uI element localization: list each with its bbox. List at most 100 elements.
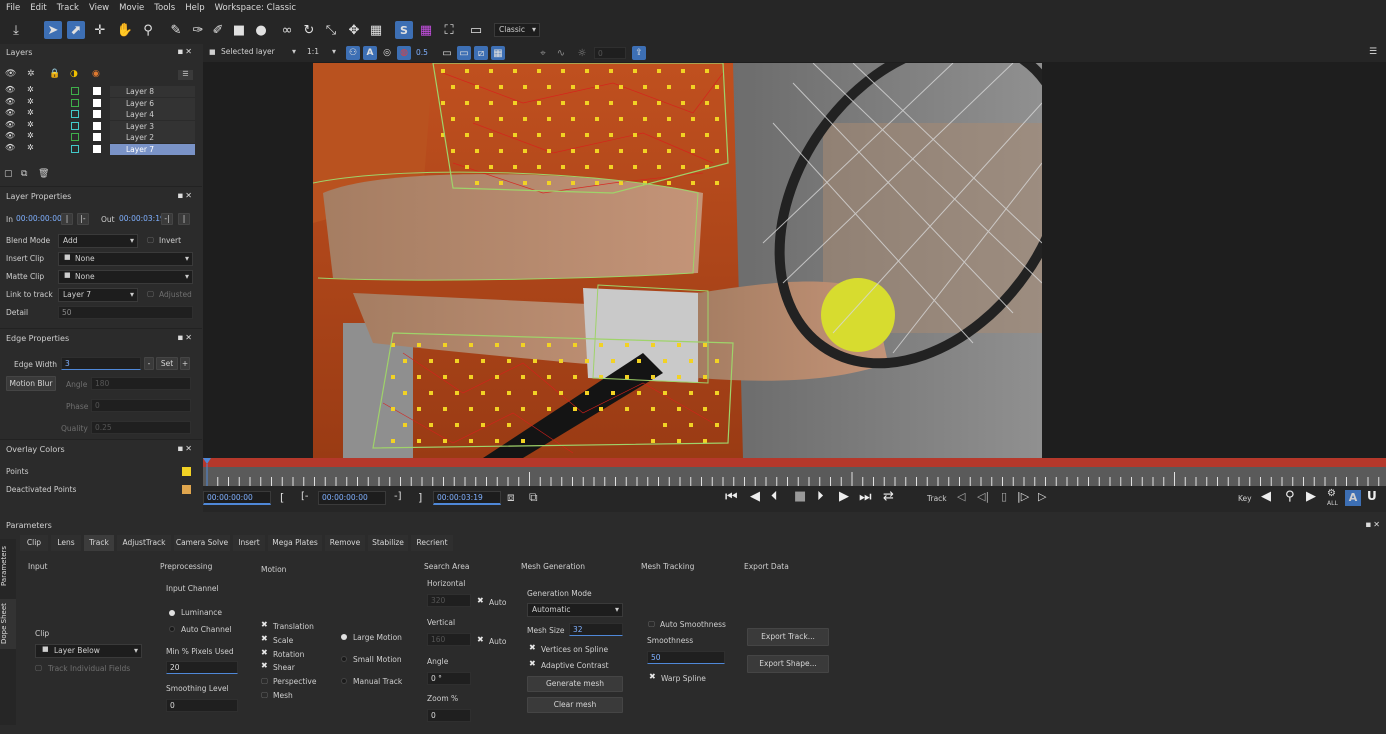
large-motion-radio[interactable] <box>341 634 347 640</box>
opacity-value[interactable]: 0.5 <box>416 48 428 57</box>
track-individual-checkbox[interactable]: ▢ <box>35 663 42 672</box>
out-timecode-field[interactable]: 00:00:03:19 <box>116 213 165 226</box>
menu-tools[interactable]: Tools <box>154 3 175 13</box>
visibility-icon[interactable]: 👁 <box>5 131 15 140</box>
layer-color-box[interactable] <box>71 110 79 119</box>
user-key-icon[interactable]: U <box>1367 489 1377 503</box>
matte-clip-select[interactable]: None <box>58 270 193 284</box>
step-backward-icon[interactable]: ⏴ <box>771 489 778 504</box>
edge-width-decrement[interactable]: - <box>144 357 154 370</box>
visibility-icon[interactable]: 👁 <box>5 85 15 94</box>
tab-recrient[interactable]: Recrient <box>411 535 453 551</box>
edge-width-set-button[interactable]: Set <box>156 357 178 370</box>
show-grid-icon[interactable]: ▦ <box>491 46 505 60</box>
timeline-range[interactable] <box>203 458 1386 467</box>
fullscreen-icon[interactable]: ▭ <box>467 21 485 39</box>
generation-mode-select[interactable]: Automatic <box>527 603 623 617</box>
luminance-radio[interactable] <box>169 610 175 616</box>
clip-range-icon[interactable]: ⧈ <box>507 490 515 505</box>
layer-color-box[interactable] <box>71 145 79 153</box>
track-backward-all-icon[interactable]: ◁ <box>957 490 965 503</box>
side-tab-parameters[interactable]: Parameters <box>0 541 16 591</box>
overlay-colors-buttons[interactable]: ◾✕ <box>177 444 194 453</box>
layer-fill-box[interactable] <box>93 98 101 107</box>
curve-icon[interactable]: ∿ <box>554 46 568 60</box>
prev-key-icon[interactable]: ◀ <box>1261 489 1271 504</box>
play-backward-icon[interactable]: ◀ <box>750 489 760 504</box>
visibility-icon[interactable]: 👁 <box>5 97 15 106</box>
layer-fill-box[interactable] <box>93 121 101 130</box>
ellipse-tool-icon[interactable]: ● <box>252 21 270 39</box>
rectangle-tool-icon[interactable]: ■ <box>230 21 248 39</box>
select-tool-icon[interactable]: ➤ <box>44 21 62 39</box>
perspective-checkbox[interactable]: ▢ <box>261 676 268 685</box>
quality-field[interactable]: 0.25 <box>91 421 191 434</box>
duplicate-layer-icon[interactable]: ⧉ <box>21 169 27 179</box>
track-forward-all-icon[interactable]: ▷ <box>1038 490 1046 503</box>
manual-track-radio[interactable] <box>341 678 347 684</box>
snapshot-icon[interactable]: ⇪ <box>632 46 646 60</box>
delete-layer-icon[interactable]: 🗑 <box>38 169 49 179</box>
viewer-image[interactable] <box>313 63 1042 458</box>
go-to-in-icon[interactable]: [- <box>301 491 309 502</box>
set-in-point-icon[interactable]: [ <box>280 491 284 504</box>
layer-settings-icon[interactable]: ✲ <box>27 120 34 129</box>
adjusted-checkbox[interactable]: ▢ <box>147 289 154 298</box>
grid-tool-icon[interactable]: ▦ <box>367 21 385 39</box>
invert-checkbox[interactable]: ▢ <box>147 235 154 244</box>
small-motion-radio[interactable] <box>341 656 347 662</box>
layer-color-box[interactable] <box>71 87 79 95</box>
rotate-tool-icon[interactable]: ↻ <box>300 21 318 39</box>
auto-channel-radio[interactable] <box>169 626 175 632</box>
brightness-field[interactable]: 0 <box>594 47 626 59</box>
out-point-timecode-field[interactable]: 00:00:03:19 <box>433 491 501 505</box>
layer-fill-box[interactable] <box>93 110 101 119</box>
go-out-button[interactable]: -| <box>161 213 173 225</box>
workspace-select[interactable]: Classic <box>494 23 540 37</box>
export-track-button[interactable]: Export Track... <box>747 628 829 646</box>
tab-stabilize[interactable]: Stabilize <box>368 535 408 551</box>
key-all-icon[interactable]: ⚙ <box>1327 488 1336 499</box>
edge-width-increment[interactable]: + <box>180 357 190 370</box>
layer-fill-box[interactable] <box>93 145 101 153</box>
layer-color-box[interactable] <box>71 121 79 130</box>
vertices-on-spline-checkbox[interactable]: ✖ <box>529 643 536 652</box>
layer-settings-icon[interactable]: ✲ <box>27 108 34 117</box>
translation-checkbox[interactable]: ✖ <box>261 620 268 629</box>
set-in-button[interactable]: | <box>61 213 73 225</box>
timeline[interactable] <box>203 458 1386 486</box>
layer-name[interactable]: Layer 6 <box>110 97 195 109</box>
insert-clip-select[interactable]: None <box>58 252 193 266</box>
select-points-tool-icon[interactable]: ⬈ <box>67 21 85 39</box>
warp-spline-checkbox[interactable]: ✖ <box>649 672 656 681</box>
playhead-icon[interactable] <box>203 458 211 486</box>
magnet-icon[interactable]: ⌖ <box>536 46 550 60</box>
move-tool-icon[interactable]: ✥ <box>345 21 363 39</box>
layers-menu-icon[interactable]: ☰ <box>178 70 193 80</box>
pen-tool-icon[interactable]: ✎ <box>167 21 185 39</box>
tab-lens[interactable]: Lens <box>51 535 81 551</box>
layer-row[interactable]: 👁 ✲ Layer 7 <box>0 143 200 155</box>
zoom-field[interactable]: 0 <box>427 709 471 722</box>
brush-tool-icon[interactable]: ✐ <box>209 21 227 39</box>
track-stop-icon[interactable]: ▯ <box>1001 490 1007 503</box>
vertical-auto-checkbox[interactable]: ✖ <box>477 635 484 644</box>
horizontal-field[interactable]: 320 <box>427 594 471 607</box>
go-to-out-icon[interactable]: -] <box>394 491 402 502</box>
visibility-icon[interactable]: 👁 <box>5 143 15 152</box>
track-forward-icon[interactable]: |▷ <box>1017 490 1029 503</box>
blend-mode-select[interactable]: Add <box>58 234 138 248</box>
mesh-checkbox[interactable]: ▢ <box>261 690 268 699</box>
visibility-icon[interactable]: 👁 <box>5 120 15 129</box>
layer-settings-icon[interactable]: ✲ <box>27 143 34 152</box>
angle-field[interactable]: 180 <box>91 377 191 390</box>
rotation-checkbox[interactable]: ✖ <box>261 648 268 657</box>
set-out-point-icon[interactable]: ] <box>418 491 422 504</box>
layer-name[interactable]: Layer 3 <box>110 120 195 132</box>
selected-layer-select[interactable]: Selected layer <box>217 46 299 60</box>
tab-track[interactable]: Track <box>84 535 114 551</box>
loop-icon[interactable]: ⇄ <box>883 489 894 504</box>
layer-color-box[interactable] <box>71 98 79 107</box>
next-key-icon[interactable]: ▶ <box>1306 489 1316 504</box>
layer-row[interactable]: 👁 ✲ Layer 6 <box>0 97 200 109</box>
